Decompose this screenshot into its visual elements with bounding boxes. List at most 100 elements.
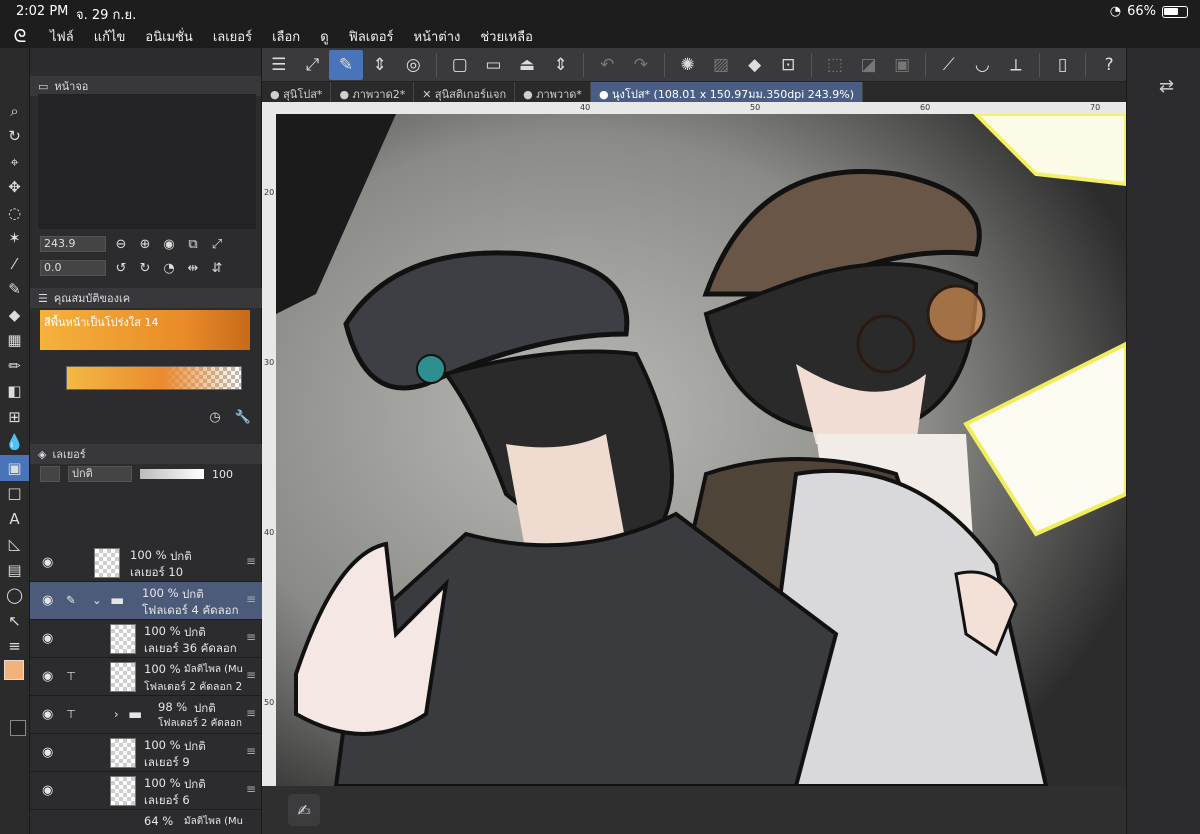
wrench-icon[interactable]: 🔧 xyxy=(234,408,252,426)
layer-row[interactable]: ◉ ⊤ › ▬ 98 % ปกติ โฟลเดอร์ 2 คัดลอก ≡ xyxy=(30,696,262,734)
eraser-tool-icon[interactable]: ◧ xyxy=(0,379,29,405)
gradient-editor-bar[interactable] xyxy=(66,366,242,390)
app-logo-icon[interactable]: ᘓ xyxy=(0,26,40,47)
layer-color-toggle[interactable] xyxy=(40,466,60,482)
layer-menu-icon[interactable]: ≡ xyxy=(246,706,256,720)
tab-doc-active[interactable]: ● นุงโปส* (108.01 x 150.97มม.350dpi 243.… xyxy=(590,82,864,102)
fit-screen-icon[interactable]: ⧉ xyxy=(184,235,202,253)
text-tool-icon[interactable]: A xyxy=(0,506,29,532)
loading-icon[interactable]: ✺ xyxy=(671,50,705,80)
new-file-icon[interactable]: ▢ xyxy=(443,50,477,80)
transform-icon[interactable]: ⊡ xyxy=(771,50,805,80)
smartphone-icon[interactable]: ▯ xyxy=(1046,50,1080,80)
gradient-preview[interactable]: สีพื้นหน้าเป็นโปร่งใส 14 xyxy=(40,310,250,350)
rotate-view-tool-icon[interactable]: ↻ xyxy=(0,124,29,150)
menu-lines-icon[interactable]: ≡ xyxy=(0,634,29,660)
fill-icon[interactable]: ◆ xyxy=(738,50,772,80)
layer-menu-icon[interactable]: ≡ xyxy=(246,630,256,644)
correct-line-tool-icon[interactable]: ↖ xyxy=(0,608,29,634)
open-folder-icon[interactable]: ▭ xyxy=(477,50,511,80)
eye-icon[interactable]: ◉ xyxy=(42,669,53,684)
zoom-reset-icon[interactable]: ◉ xyxy=(160,235,178,253)
rotate-left-icon[interactable]: ↺ xyxy=(112,259,130,277)
rotate-field[interactable]: 0.0 xyxy=(40,260,106,276)
layer-menu-icon[interactable]: ≡ xyxy=(246,554,256,568)
updown-icon[interactable]: ⇕ xyxy=(363,50,397,80)
zoom-field[interactable]: 243.9 xyxy=(40,236,106,252)
eyedropper-icon[interactable]: ⁄ xyxy=(0,251,29,277)
eye-icon[interactable]: ◉ xyxy=(42,631,53,646)
menu-icon[interactable]: ☰ xyxy=(262,50,296,80)
layer-row[interactable]: ◉ 100 % ปกติ เลเยอร์ 6 ≡ xyxy=(30,772,262,810)
menu-filter[interactable]: ฟิลเตอร์ xyxy=(339,26,404,47)
main-color-swatch[interactable] xyxy=(4,660,24,680)
gradient-tool-icon[interactable]: ▣ xyxy=(0,455,29,481)
menu-file[interactable]: ไฟล์ xyxy=(40,26,84,47)
layer-menu-icon[interactable]: ≡ xyxy=(246,782,256,796)
flip-vertical-icon[interactable]: ⇵ xyxy=(208,259,226,277)
menu-window[interactable]: หน้าต่าง xyxy=(404,26,471,47)
eye-icon[interactable]: ◉ xyxy=(42,783,53,798)
tab-doc-2[interactable]: ● ภาพวาด2* xyxy=(331,82,415,102)
pattern-tool-icon[interactable]: ▦ xyxy=(0,328,29,354)
undo-icon[interactable]: ↶ xyxy=(590,50,624,80)
canvas[interactable] xyxy=(276,114,1126,786)
rotate-reset-icon[interactable]: ◔ xyxy=(160,259,178,277)
eye-icon[interactable]: ◉ xyxy=(42,707,53,722)
redo-icon[interactable]: ↷ xyxy=(624,50,658,80)
zoom-tool-icon[interactable]: ⌕ xyxy=(0,98,29,124)
ruler-tool-icon[interactable]: ◺ xyxy=(0,532,29,558)
chevron-down-icon[interactable]: ⌄ xyxy=(92,593,102,607)
layer-menu-icon[interactable]: ≡ xyxy=(246,668,256,682)
pencil-tool-icon[interactable]: ✏ xyxy=(0,353,29,379)
eye-icon[interactable]: ◉ xyxy=(42,745,53,760)
snap-special-icon[interactable]: ◡ xyxy=(966,50,1000,80)
tab-doc-3[interactable]: ✕ สุนิสติเกอร์แจก xyxy=(414,82,516,102)
menu-edit[interactable]: แก้ไข xyxy=(84,26,136,47)
blend-mode-select[interactable]: ปกติ xyxy=(68,466,132,482)
navigator-preview[interactable] xyxy=(38,94,256,229)
snap-ruler-icon[interactable]: ⟋ xyxy=(932,50,966,80)
fill-tool-icon[interactable]: ◆ xyxy=(0,302,29,328)
menu-animation[interactable]: อนิเมชั่น xyxy=(135,26,202,47)
layer-row[interactable]: ◉ ⊤ 100 % มัลติไพล (Mu โฟลเดอร์ 2 คัดลอก… xyxy=(30,658,262,696)
menu-layer[interactable]: เลเยอร์ xyxy=(203,26,262,47)
companion-icon[interactable]: ◎ xyxy=(396,50,430,80)
magic-wand-icon[interactable]: ✶ xyxy=(0,226,29,252)
menu-select[interactable]: เลือก xyxy=(262,26,310,47)
decoration-tool-icon[interactable]: ⊞ xyxy=(0,404,29,430)
layer-row[interactable]: ◉ 100 % ปกติ เลเยอร์ 36 คัดลอก ≡ xyxy=(30,620,262,658)
layer-row[interactable]: ◉ 100 % ปกติ เลเยอร์ 9 ≡ xyxy=(30,734,262,772)
layer-row[interactable]: ◉ ✎ ⌄ ▬ 100 % ปกติ โฟลเดอร์ 4 คัดลอก ≡ xyxy=(30,582,262,620)
layer-row[interactable]: ◉ 100 % ปกติ เลเยอร์ 10 ≡ xyxy=(30,544,262,582)
frame-tool-icon[interactable]: □ xyxy=(0,481,29,507)
rotate-right-icon[interactable]: ↻ xyxy=(136,259,154,277)
fit-window-icon[interactable]: ⤢ xyxy=(208,235,226,253)
pen-tool-icon[interactable]: ✎ xyxy=(0,277,29,303)
expand-icon[interactable]: ⤢ xyxy=(296,50,330,80)
layer-menu-icon[interactable]: ≡ xyxy=(246,744,256,758)
show-selection-icon[interactable]: ▣ xyxy=(885,50,919,80)
opacity-value[interactable]: 100 xyxy=(212,468,233,481)
help-icon[interactable]: ? xyxy=(1092,50,1126,80)
sub-color-swatch[interactable] xyxy=(10,720,26,736)
flip-horizontal-icon[interactable]: ⇹ xyxy=(184,259,202,277)
menu-view[interactable]: ดู xyxy=(310,26,338,47)
zoom-out-icon[interactable]: ⊖ xyxy=(112,235,130,253)
layer-row[interactable]: 64 % มัลติไพล (Mu xyxy=(30,810,262,834)
snap-grid-icon[interactable]: ⟂ xyxy=(999,50,1033,80)
eye-icon[interactable]: ◉ xyxy=(42,593,53,608)
move-tool-icon[interactable]: ✥ xyxy=(0,175,29,201)
clear-icon[interactable]: ▨ xyxy=(704,50,738,80)
chevron-right-icon[interactable]: › xyxy=(114,707,119,721)
operation-tool-icon[interactable]: ⌖ xyxy=(0,149,29,175)
save-icon[interactable]: ⏏ xyxy=(510,50,544,80)
menu-help[interactable]: ช่วยเหลือ xyxy=(470,26,543,47)
edit-icon[interactable]: ✎ xyxy=(329,49,363,80)
tab-doc-1[interactable]: ● สุนิโปส* xyxy=(262,82,332,102)
deselect-icon[interactable]: ⬚ xyxy=(818,50,852,80)
eye-icon[interactable]: ◉ xyxy=(42,555,53,570)
clock-icon[interactable]: ◷ xyxy=(206,408,224,426)
layer-menu-icon[interactable]: ≡ xyxy=(246,592,256,606)
panel-tool-icon[interactable]: ▤ xyxy=(0,557,29,583)
